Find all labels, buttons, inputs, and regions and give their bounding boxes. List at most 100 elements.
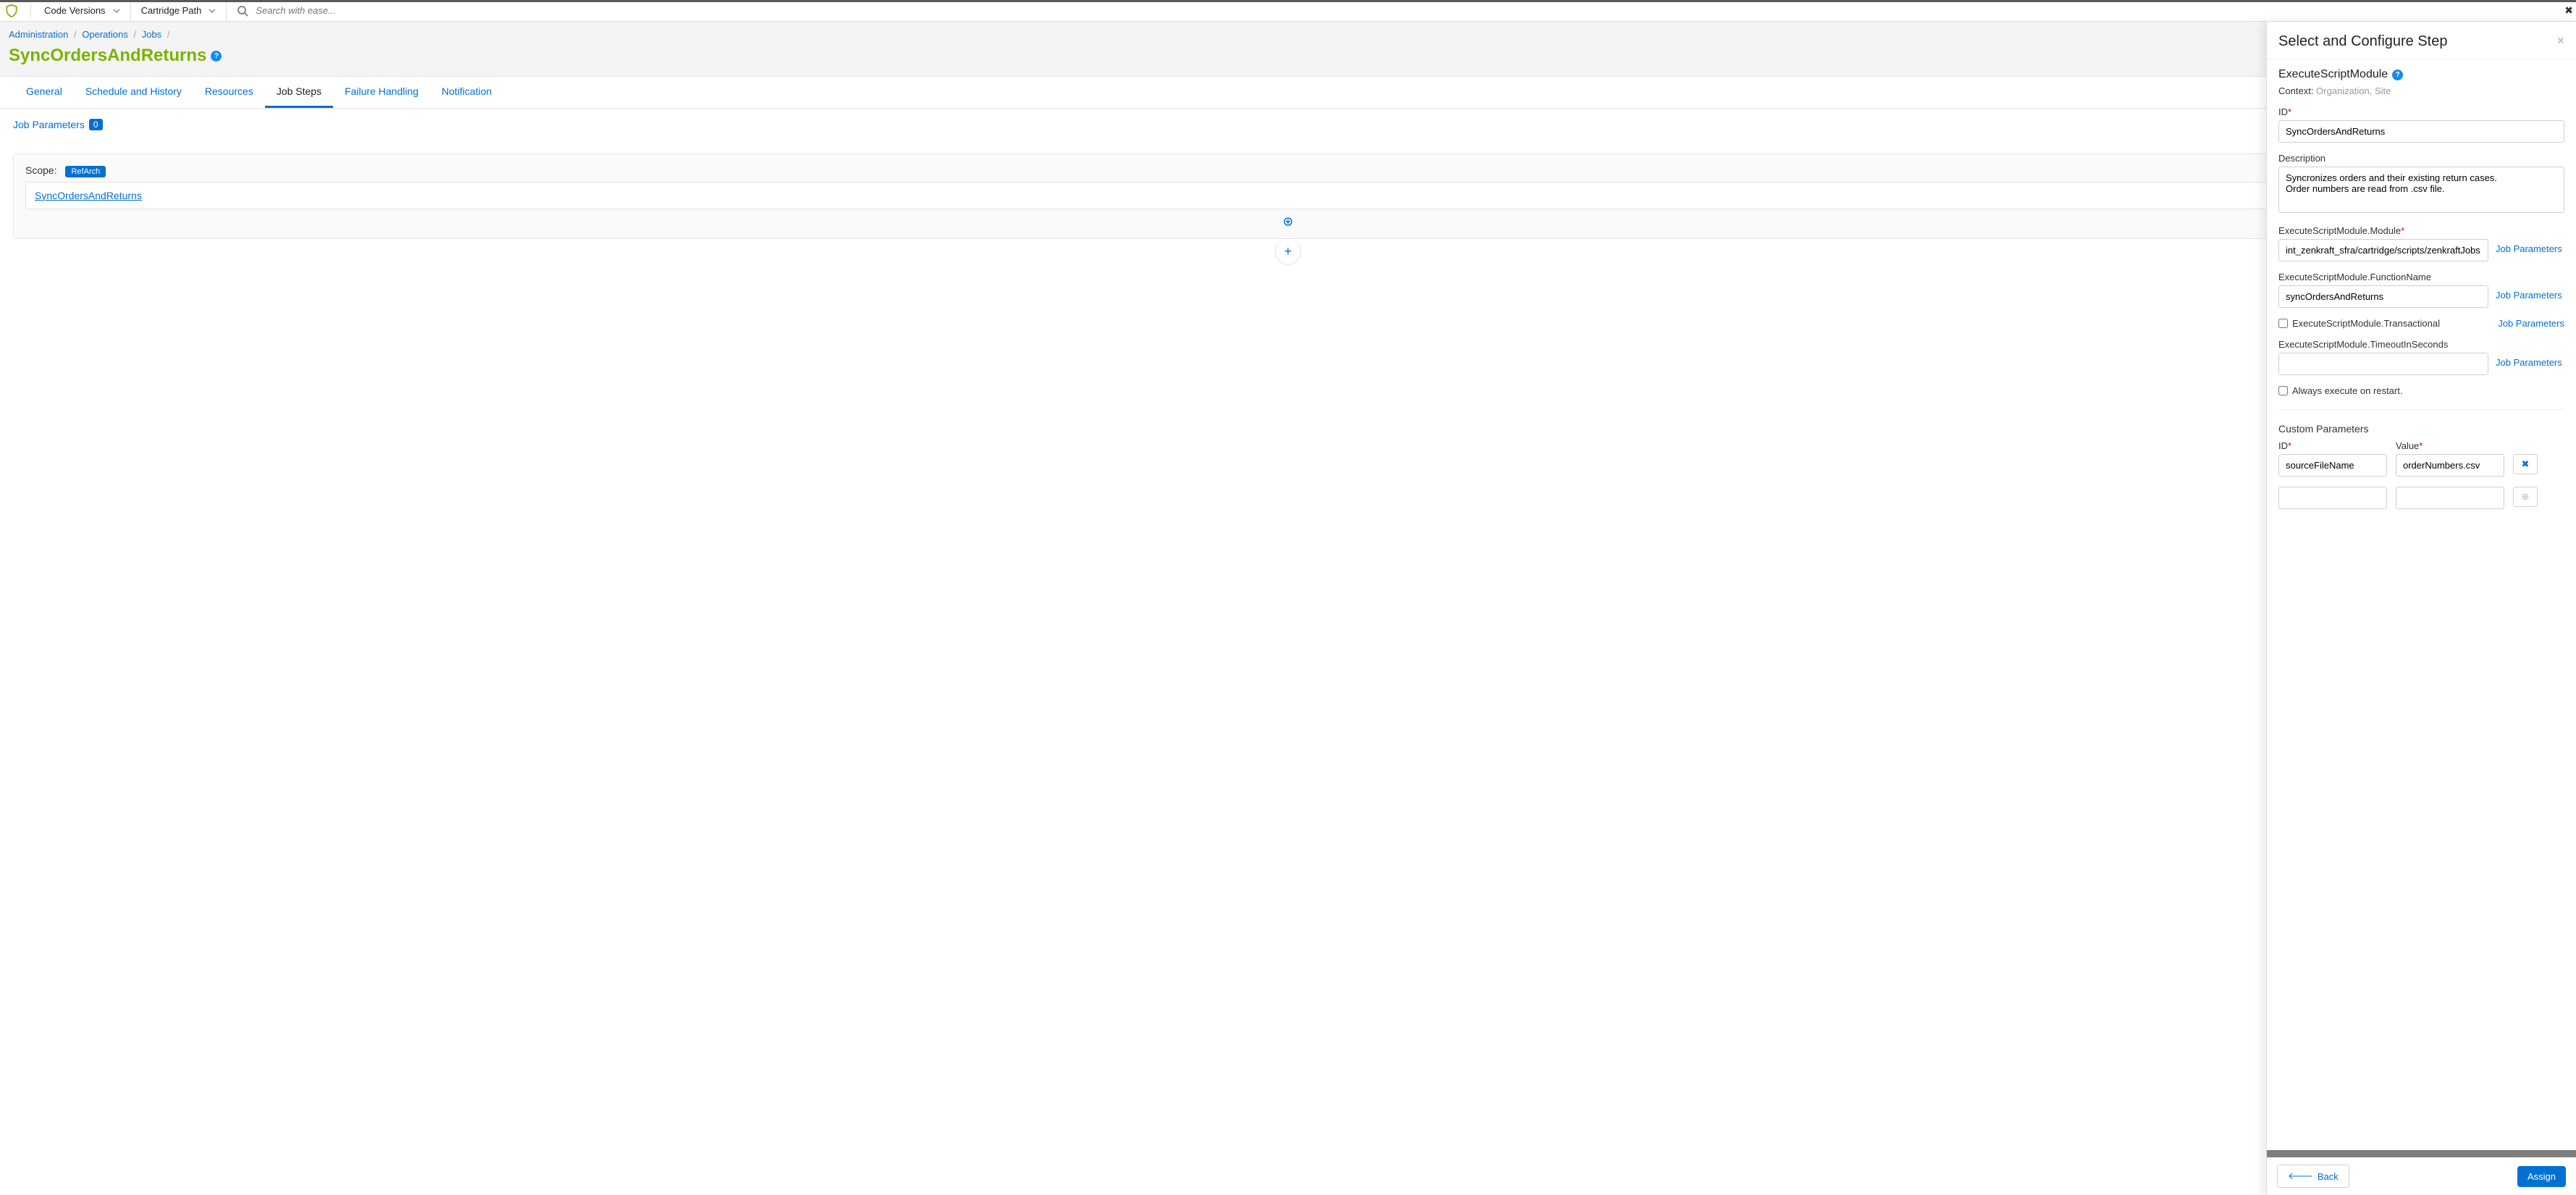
tab-bar: General Schedule and History Resources J…: [0, 77, 2576, 109]
transactional-checkbox[interactable]: [2278, 319, 2288, 328]
job-parameters-link[interactable]: Job Parameters: [2498, 318, 2564, 329]
close-icon[interactable]: ✖: [2564, 4, 2573, 17]
module-row: Job Parameters: [2278, 236, 2564, 261]
crumb-jobs[interactable]: Jobs: [142, 29, 161, 40]
back-label: Back: [2318, 1171, 2339, 1182]
top-toolbar: Code Versions Cartridge Path ✖: [0, 0, 2576, 22]
arrow-left-icon: 🡐: [2288, 1170, 2313, 1182]
always-execute-checkbox[interactable]: [2278, 386, 2288, 395]
back-button[interactable]: 🡐 Back: [2277, 1165, 2349, 1188]
timeout-input[interactable]: [2278, 353, 2488, 375]
main-content: Job Parameters 0 Scope: RefArch SyncOrde…: [0, 109, 2576, 275]
always-execute-row: Always execute on restart.: [2278, 385, 2564, 396]
custom-param-row: ✖: [2278, 451, 2564, 477]
scope-tag[interactable]: RefArch: [65, 166, 106, 177]
crumb-sep: /: [74, 29, 77, 40]
help-icon[interactable]: ?: [211, 51, 222, 62]
plus-circle-icon: ⊕: [2522, 491, 2530, 503]
tab-failure-handling[interactable]: Failure Handling: [333, 77, 430, 108]
custom-param-value-input[interactable]: [2396, 487, 2504, 509]
custom-value-label: Value*: [2396, 440, 2504, 451]
timeout-row: Job Parameters: [2278, 350, 2564, 375]
function-name-label: ExecuteScriptModule.FunctionName: [2278, 272, 2564, 282]
tab-notification[interactable]: Notification: [430, 77, 503, 108]
add-flow-button[interactable]: +: [1275, 239, 1301, 265]
always-execute-label: Always execute on restart.: [2292, 385, 2402, 396]
breadcrumb: Administration / Operations / Jobs /: [9, 29, 2567, 40]
tab-general[interactable]: General: [14, 77, 74, 108]
menu-label: Code Versions: [44, 5, 106, 16]
plus-circle-icon: [1284, 217, 1292, 226]
search-icon: [237, 5, 248, 17]
id-label: ID*: [2278, 106, 2564, 117]
assign-button[interactable]: Assign: [2517, 1166, 2566, 1187]
configure-step-panel: Select and Configure Step × ExecuteScrip…: [2266, 22, 2576, 1195]
transactional-checkbox-row: ExecuteScriptModule.Transactional: [2278, 318, 2440, 329]
custom-params-title: Custom Parameters: [2278, 423, 2564, 435]
panel-body: ExecuteScriptModule ? Context: Organizat…: [2267, 59, 2576, 1150]
job-parameters-link[interactable]: Job Parameters 0: [13, 119, 103, 130]
description-label: Description: [2278, 153, 2564, 164]
divider: [2278, 409, 2564, 410]
function-row: Job Parameters: [2278, 282, 2564, 308]
timeout-label: ExecuteScriptModule.TimeoutInSeconds: [2278, 339, 2564, 350]
custom-param-id-input[interactable]: [2278, 487, 2387, 509]
crumb-admin[interactable]: Administration: [9, 29, 68, 40]
function-name-input[interactable]: [2278, 285, 2488, 308]
step-link[interactable]: SyncOrdersAndReturns: [35, 190, 142, 201]
required-indicator: *: [2288, 106, 2291, 117]
context-value: Organization, Site: [2316, 85, 2391, 96]
job-parameters-link[interactable]: Job Parameters: [2496, 243, 2562, 254]
job-parameters-link[interactable]: Job Parameters: [2496, 357, 2562, 368]
plus-icon: +: [1284, 244, 1292, 259]
menu-code-versions[interactable]: Code Versions: [34, 0, 131, 21]
custom-param-value-input[interactable]: [2396, 454, 2504, 477]
chevron-down-icon: [113, 7, 120, 14]
help-icon[interactable]: ?: [2392, 70, 2403, 80]
page-subheader: Administration / Operations / Jobs / Syn…: [0, 22, 2576, 77]
step-type-title: ExecuteScriptModule ?: [2278, 68, 2564, 81]
close-icon: ✖: [2522, 458, 2530, 470]
id-input[interactable]: [2278, 120, 2564, 143]
menu-label: Cartridge Path: [141, 5, 202, 16]
job-params-label: Job Parameters: [13, 119, 85, 130]
custom-param-row: ⊕: [2278, 484, 2564, 509]
job-parameters-link[interactable]: Job Parameters: [2496, 290, 2562, 301]
panel-footer: 🡐 Back Assign: [2267, 1157, 2576, 1195]
id-label-text: ID: [2278, 106, 2288, 117]
tab-resources[interactable]: Resources: [193, 77, 265, 108]
scope-box: Scope: RefArch SyncOrdersAndReturns: [13, 154, 2563, 239]
description-textarea[interactable]: Syncronizes orders and their existing re…: [2278, 167, 2564, 213]
search-input[interactable]: [256, 5, 473, 16]
custom-id-label-text: ID: [2278, 440, 2288, 451]
tab-schedule-and-history[interactable]: Schedule and History: [74, 77, 193, 108]
module-label-text: ExecuteScriptModule.Module: [2278, 225, 2401, 236]
add-param-button[interactable]: ⊕: [2513, 487, 2538, 507]
panel-header: Select and Configure Step ×: [2267, 22, 2576, 59]
chevron-down-icon: [209, 7, 216, 14]
menu-cartridge-path[interactable]: Cartridge Path: [131, 0, 227, 21]
remove-param-button[interactable]: ✖: [2513, 454, 2538, 474]
search-wrap: [227, 5, 2572, 17]
step-type-label: ExecuteScriptModule: [2278, 68, 2388, 81]
transactional-row: ExecuteScriptModule.Transactional Job Pa…: [2278, 308, 2564, 329]
custom-param-id-input[interactable]: [2278, 454, 2387, 477]
add-step-inline[interactable]: [25, 217, 2551, 228]
custom-id-label: ID*: [2278, 440, 2387, 451]
transactional-label: ExecuteScriptModule.Transactional: [2292, 318, 2440, 329]
step-row[interactable]: SyncOrdersAndReturns: [25, 182, 2551, 209]
required-indicator: *: [2419, 440, 2423, 451]
module-input[interactable]: [2278, 239, 2488, 261]
close-icon[interactable]: ×: [2556, 33, 2564, 49]
crumb-sep: /: [133, 29, 136, 40]
shield-icon[interactable]: [4, 4, 19, 18]
crumb-operations[interactable]: Operations: [82, 29, 128, 40]
required-indicator: *: [2401, 225, 2404, 236]
module-label: ExecuteScriptModule.Module*: [2278, 225, 2564, 236]
custom-params-header: ID* Value*: [2278, 440, 2564, 451]
custom-value-label-text: Value: [2396, 440, 2419, 451]
horizontal-scrollbar[interactable]: [2267, 1150, 2576, 1157]
tab-job-steps[interactable]: Job Steps: [265, 77, 333, 108]
page-title-text: SyncOrdersAndReturns: [9, 46, 206, 66]
context-row: Context: Organization, Site: [2278, 85, 2564, 96]
